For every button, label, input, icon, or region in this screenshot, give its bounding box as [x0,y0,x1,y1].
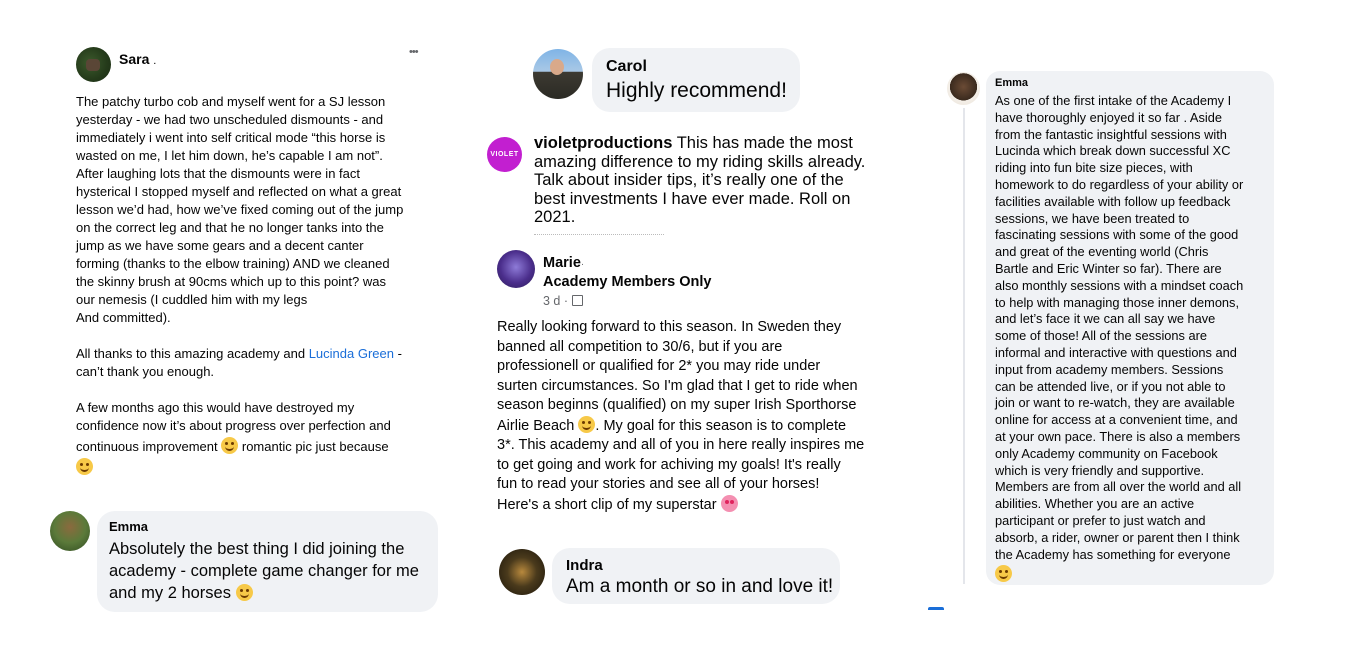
carol-comment-name[interactable]: Carol [606,58,647,76]
emma-comment-line: to help with managing those inner demons… [995,294,1240,310]
more-options-icon[interactable]: ••• [409,46,419,58]
indra-comment-text: Am a month or so in and love it! [566,576,834,597]
emma-comment-line: have thoroughly enjoyed it so far . Asid… [995,109,1222,125]
marie-post-line: professionell or qualified for 2* you ma… [497,358,821,374]
star-struck-emoji [235,584,253,601]
sara-post-body: The patchy turbo cob and myself went for… [76,93,436,477]
globe-icon [571,295,583,306]
violet-comment-text: violetproductions This has made the most… [534,134,866,226]
emma-comment-line: facilities available with follow up feed… [995,193,1231,209]
marie-post-line: surten circumstances. So I'm glad that I… [497,377,858,394]
marie-post-line: season beginns (qualified) on my super I… [497,397,857,413]
sara-author-suffix: . [153,55,157,67]
emma-comment-bubble-2: Emma As one of the first intake of the A… [986,71,1274,585]
sara-post-line: jump as we have some gears and a decent … [76,238,364,253]
sara-post-line: the skinny brush at 90cms which up to th… [76,274,386,289]
emma-comment-line: at your own pace. There is also a member… [995,428,1241,444]
marie-post-meta[interactable]: 3 d · [543,294,568,308]
sara-post-line: hysterical I stopped myself and reflecte… [76,184,402,199]
emma-comment-line: only Academy community on Facebook [995,445,1218,461]
sara-post-line: immediately i went into self critical mo… [76,130,386,145]
sara-post-line: yesterday - we had two unscheduled dismo… [76,112,384,127]
emma-comment-bubble-1: Emma Absolutely the best thing I did joi… [97,511,438,612]
emma-comment-line: online for access at a convenient time, … [995,412,1238,428]
sara-post-line: And committed). [76,310,171,325]
emma-comment-line: and great of the eventing world (Chris [995,244,1209,260]
emma-comment-line: Members are from all over the world and … [995,479,1242,495]
sara-post-line: lesson we’d had, how we’ve fixed coming … [76,202,404,217]
thread-line [963,108,965,584]
emma-comment-name-2[interactable]: Emma [995,77,1028,89]
sara-post-line: on the correct leg and that he no longer… [76,220,384,235]
sara-post-line: our nemesis (I cuddled him with my legs [76,292,308,307]
marie-group-name[interactable]: Academy Members Only [543,274,711,290]
marie-post-line: 3*. This academy and all of you in here … [497,437,865,453]
emma-comment-line: from the fantastic insightful sessions w… [995,126,1227,142]
emma-comment-line: which is very friendly and supportive. [995,462,1205,478]
marie-author-name[interactable]: Marie [543,255,581,271]
cropped-text-remnant [534,234,664,238]
emma-comment-text-1: Absolutely the best thing I did joining … [109,540,419,602]
marie-post-body: Really looking forward to this season. I… [497,318,877,515]
indra-avatar[interactable] [499,549,545,595]
emma-comment-line: participant or prefer to just watch and [995,512,1206,528]
emma-comment-line: abilities. Whether you are an active [995,496,1195,512]
emma-avatar-1[interactable] [50,511,90,551]
marie-post-line: Really looking forward to this season. I… [497,319,842,335]
emma-comment-line: also monthly sessions with a mindset coa… [995,277,1244,293]
sara-post-line: wasted on me, I let him down, he’s capab… [76,148,383,163]
lucinda-green-link[interactable]: Lucinda Green [309,346,394,361]
emma-comment-line: input from academy members. Sessions [995,361,1224,377]
marie-post-line: banned all competition to 30/6, but if y… [497,338,783,355]
smiling-face-emoji [995,565,1012,582]
sara-name-row: Sara . [119,51,156,67]
indra-comment-name[interactable]: Indra [566,557,603,574]
emma-comment-line: the Academy has something for everyone [995,546,1231,562]
marie-post-line: fun to read your stories and see all of … [497,476,820,492]
emma-comment-line: and let’s face it we can all say we have [995,311,1216,327]
emma-comment-line: fascinating sessions with some of the go… [995,227,1239,243]
emma-comment-line: riding into fun bite size pieces, with [995,160,1193,176]
star-struck-emoji [578,415,596,433]
emma-comment-line: Lucinda which break down successful XC [995,143,1231,159]
sara-author-name[interactable]: Sara [119,51,149,67]
violet-comment-name[interactable]: violetproductions [534,134,672,152]
sara-thanks-paragraph: All thanks to this amazing academy and L… [76,346,402,361]
emma-comment-line: absorb, a rider, owner or parent then I … [995,529,1240,545]
emma-comment-line: join or want to re-watch, they are avail… [995,395,1235,411]
marie-avatar[interactable] [497,250,535,288]
sara-post-line: After laughing lots that the dismounts w… [76,166,360,181]
emma-comment-line: informal and interactive with questions … [995,344,1237,360]
sara-avatar[interactable] [76,47,111,82]
carol-comment-text: Highly recommend! [606,79,787,102]
emma-comment-line: some of those! All of the sessions are [995,328,1207,344]
carol-avatar[interactable] [533,49,583,99]
emma-comment-line: Bartle and Eric Winter so far). There ar… [995,260,1222,276]
emma-comment-line: sessions, we have been treated to [995,210,1190,226]
indra-comment-bubble: Indra Am a month or so in and love it! [552,548,840,604]
emma-comment-name-1[interactable]: Emma [109,519,148,534]
heart-eyes-emoji [221,437,239,454]
sara-post-line: The patchy turbo cob and myself went for… [76,94,386,109]
thread-cut-marker [928,607,944,610]
emma-comment-line: As one of the first intake of the Academ… [995,93,1232,108]
carol-comment-bubble: Carol Highly recommend! [592,48,800,112]
emma-comment-line: homework to do regardless of your abilit… [995,176,1244,192]
laughing-emoji [76,458,93,475]
emma-avatar-2[interactable] [947,72,980,105]
hearts-emoji [720,494,738,512]
marie-post-line: to get going and work for achiving my go… [497,456,841,473]
emma-comment-text-2: As one of the first intake of the Academ… [995,93,1270,563]
sara-post-line: forming (thanks to the elbow training) A… [76,256,390,271]
violetproductions-avatar[interactable]: VIOLET [487,137,522,172]
emma-comment-line: can be attended live, or if you not able… [995,378,1226,394]
violet-avatar-label: VIOLET [490,151,519,158]
